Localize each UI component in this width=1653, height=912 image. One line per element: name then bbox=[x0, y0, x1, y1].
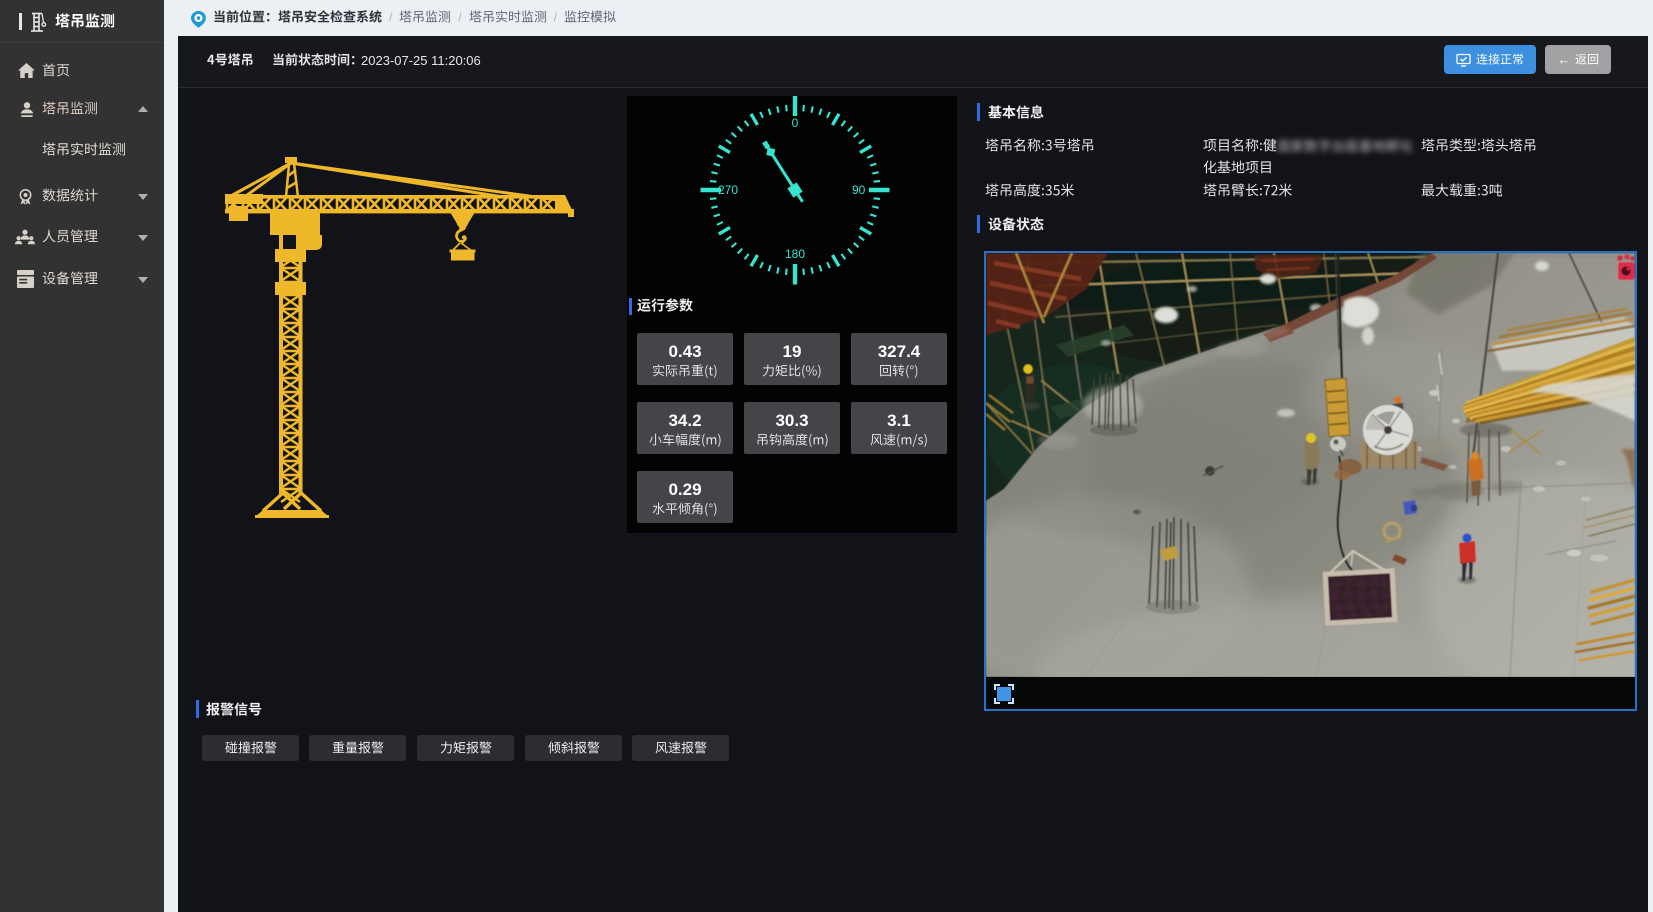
svg-text:270: 270 bbox=[718, 183, 738, 197]
svg-text:0: 0 bbox=[792, 116, 799, 130]
svg-text:180: 180 bbox=[785, 247, 805, 261]
svg-text:90: 90 bbox=[852, 183, 866, 197]
